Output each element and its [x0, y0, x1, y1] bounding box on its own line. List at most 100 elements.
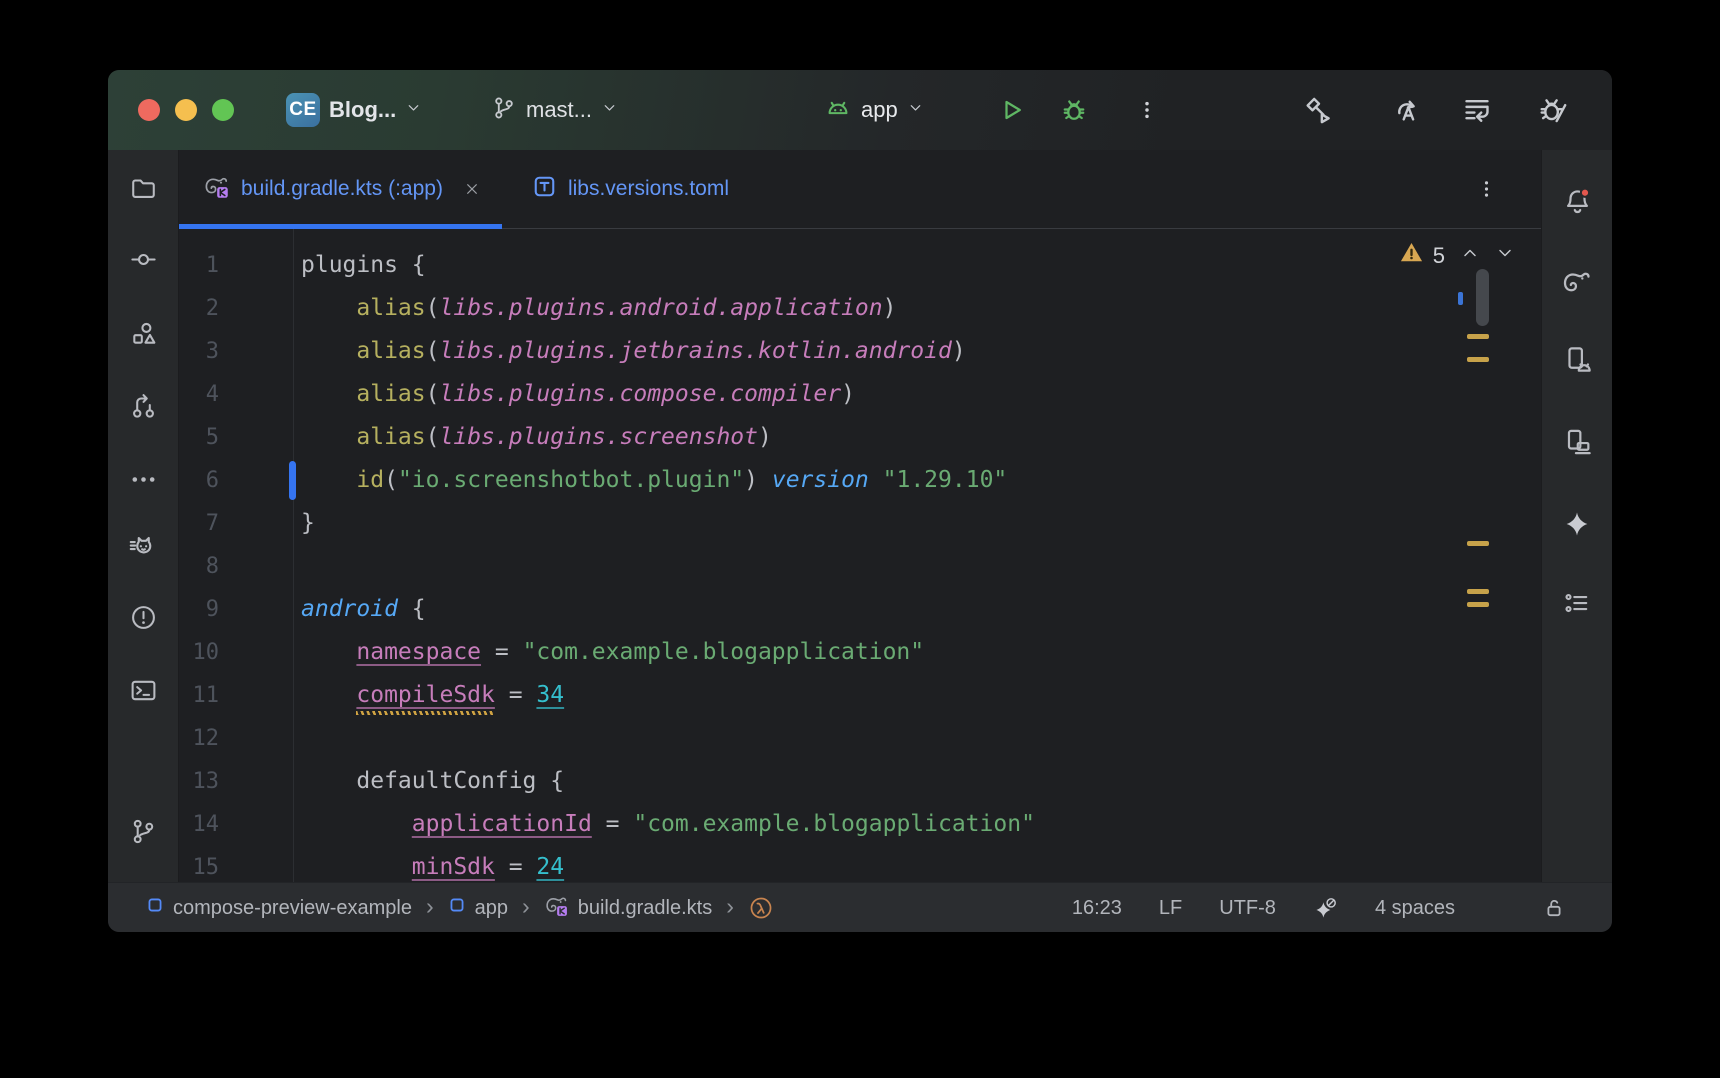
breadcrumb-module[interactable]: app [448, 896, 508, 920]
ai-assistant-button[interactable] [1556, 503, 1598, 545]
breadcrumb-file[interactable]: build.gradle.kts [544, 893, 713, 924]
breadcrumb-project[interactable]: compose-preview-example [146, 896, 412, 920]
run-configuration-widget[interactable]: app [824, 70, 924, 150]
pull-requests-tool-button[interactable] [122, 385, 164, 427]
line-number[interactable]: 4 [179, 373, 219, 416]
code-token: { [398, 596, 426, 622]
code-line[interactable]: plugins { [301, 244, 1035, 287]
code-token: ) [883, 295, 897, 321]
gradle-tool-button[interactable] [1556, 262, 1598, 304]
line-ending-widget[interactable]: LF [1159, 897, 1182, 920]
code-token: = [495, 682, 537, 708]
status-right-widgets: 16:23 LF UTF-8 4 spaces [1072, 896, 1566, 921]
code-token: plugins { [301, 252, 426, 278]
build-button[interactable] [1302, 70, 1336, 150]
running-devices-button[interactable] [1556, 338, 1598, 380]
tab-options-button[interactable] [1476, 177, 1497, 202]
stripe-mark-warning[interactable] [1467, 334, 1489, 339]
code-token: "io.screenshotbot.plugin" [398, 467, 744, 493]
encoding-widget[interactable]: UTF-8 [1219, 897, 1276, 920]
line-number[interactable]: 6 [179, 459, 219, 502]
profiler-button[interactable] [1536, 70, 1570, 150]
file-lock-button[interactable] [1542, 896, 1566, 920]
line-number[interactable]: 14 [179, 803, 219, 846]
project-widget[interactable]: CE Blog... [286, 70, 422, 150]
code-line[interactable]: alias(libs.plugins.compose.compiler) [301, 373, 1035, 416]
tab-build-gradle-kts[interactable]: build.gradle.kts (:app) [179, 150, 502, 228]
more-tool-windows-button[interactable] [122, 458, 164, 500]
code-analysis-button[interactable] [1389, 70, 1423, 150]
device-manager-button[interactable] [1556, 420, 1598, 462]
vcs-branch-widget[interactable]: mast... [491, 70, 618, 150]
notifications-button[interactable] [1556, 180, 1598, 222]
ai-spark-icon [1562, 509, 1592, 539]
code-line[interactable]: android { [301, 588, 1035, 631]
debug-button[interactable] [1059, 70, 1089, 150]
line-number[interactable]: 10 [179, 631, 219, 674]
line-number[interactable]: 9 [179, 588, 219, 631]
close-tab-icon[interactable] [464, 181, 480, 197]
line-number[interactable]: 12 [179, 717, 219, 760]
line-number[interactable]: 1 [179, 244, 219, 287]
code-line[interactable] [301, 717, 1035, 760]
ai-status-button[interactable] [1313, 896, 1338, 921]
project-tool-button[interactable] [122, 167, 164, 209]
line-number[interactable]: 13 [179, 760, 219, 803]
code-line[interactable]: namespace = "com.example.blogapplication… [301, 631, 1035, 674]
code-line[interactable]: id("io.screenshotbot.plugin") version "1… [301, 459, 1035, 502]
code-line[interactable]: applicationId = "com.example.blogapplica… [301, 803, 1035, 846]
run-icon [996, 95, 1026, 125]
structure-list-icon [1562, 588, 1592, 618]
stripe-mark-warning[interactable] [1467, 602, 1489, 607]
code-line[interactable]: alias(libs.plugins.screenshot) [301, 416, 1035, 459]
line-number[interactable]: 8 [179, 545, 219, 588]
stripe-mark-warning[interactable] [1467, 541, 1489, 546]
code-line[interactable]: } [301, 502, 1035, 545]
next-problem-icon[interactable] [1495, 243, 1515, 269]
code-editor[interactable]: 123456789101112131415 plugins { alias(li… [179, 229, 1541, 882]
indent-widget[interactable]: 4 spaces [1375, 897, 1455, 920]
commit-tool-button[interactable] [122, 238, 164, 280]
code-line[interactable]: minSdk = 24 [301, 846, 1035, 882]
chevron-right-icon: › [425, 895, 435, 921]
debug-icon [1059, 95, 1089, 125]
code-line[interactable]: defaultConfig { [301, 760, 1035, 803]
minimize-window-button[interactable] [175, 99, 197, 121]
terminal-tool-button[interactable] [122, 669, 164, 711]
line-number[interactable]: 7 [179, 502, 219, 545]
code-line[interactable]: alias(libs.plugins.android.application) [301, 287, 1035, 330]
prev-problem-icon[interactable] [1460, 243, 1480, 269]
run-button[interactable] [996, 70, 1026, 150]
code-line[interactable]: compileSdk = 34 [301, 674, 1035, 717]
code-line[interactable] [301, 545, 1035, 588]
breadcrumb-label: app [475, 897, 508, 920]
code-token: ( [426, 338, 440, 364]
inspections-widget[interactable]: 5 [1398, 239, 1515, 272]
more-actions-button[interactable] [1136, 70, 1158, 150]
tab-libs-versions-toml[interactable]: libs.versions.toml [508, 150, 751, 228]
stripe-mark-warning[interactable] [1467, 589, 1489, 594]
code-line[interactable]: alias(libs.plugins.jetbrains.kotlin.andr… [301, 330, 1035, 373]
caret-position-widget[interactable]: 16:23 [1072, 897, 1122, 920]
code-token: = [592, 811, 634, 837]
structure-list-button[interactable] [1556, 582, 1598, 624]
dashing-cat-tool-button[interactable] [122, 524, 164, 566]
stripe-mark-warning[interactable] [1467, 357, 1489, 362]
problems-tool-button[interactable] [122, 596, 164, 638]
structure-tool-button[interactable] [122, 312, 164, 354]
close-window-button[interactable] [138, 99, 160, 121]
line-number[interactable]: 15 [179, 846, 219, 882]
version-control-tool-button[interactable] [122, 810, 164, 852]
code-token: libs.plugins.android.application [440, 295, 883, 321]
scrollbar-thumb[interactable] [1476, 269, 1489, 326]
module-icon [146, 896, 164, 920]
stripe-mark-info[interactable] [1458, 292, 1463, 305]
sync-button[interactable] [1460, 70, 1494, 150]
lambda-indicator[interactable] [748, 895, 774, 921]
line-number[interactable]: 5 [179, 416, 219, 459]
code-token: ( [426, 295, 440, 321]
line-number[interactable]: 3 [179, 330, 219, 373]
zoom-window-button[interactable] [212, 99, 234, 121]
line-number[interactable]: 11 [179, 674, 219, 717]
line-number[interactable]: 2 [179, 287, 219, 330]
